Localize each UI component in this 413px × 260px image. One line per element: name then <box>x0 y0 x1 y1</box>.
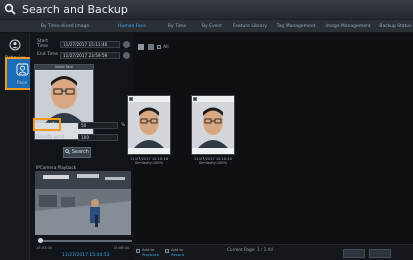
search-icon <box>4 3 16 15</box>
face-icon <box>16 63 28 76</box>
end-time-field[interactable]: 11/27/2017 23:59:59 <box>60 52 120 59</box>
search-button[interactable]: Search <box>63 147 91 158</box>
start-time-label-2: Time <box>37 44 49 49</box>
playback-slider-handle[interactable] <box>38 238 43 243</box>
pager-button[interactable] <box>369 249 391 258</box>
behavior-icon <box>9 39 21 51</box>
tab-backup-status[interactable]: Backup Status <box>378 21 413 32</box>
playback-label: IPCamera Playback <box>36 165 77 170</box>
start-calendar-icon[interactable] <box>123 41 130 48</box>
tab-by-time-sliced-image[interactable]: By Time-sliced Image <box>30 21 100 32</box>
result-checkbox[interactable] <box>129 97 133 101</box>
playback-end-time: 15:08:00 <box>113 246 130 250</box>
dropdown-icon[interactable] <box>148 44 154 50</box>
grid-view-icon[interactable] <box>138 44 144 50</box>
face-photo <box>35 71 93 123</box>
select-all-checkbox[interactable] <box>157 45 161 49</box>
similarity-unit: % <box>121 123 126 128</box>
sidebar-item-behavior[interactable]: Behavior <box>2 36 28 61</box>
title-bar: Search and Backup <box>0 0 413 20</box>
similarity-label: Similarity <box>36 122 58 127</box>
pager-button[interactable] <box>343 249 365 258</box>
result-similarity: Similarity:100% <box>198 161 228 165</box>
tab-image-management[interactable]: Image Management <box>322 21 374 32</box>
end-time-label: End Time <box>37 52 58 57</box>
tab-by-time[interactable]: By Time <box>161 21 193 32</box>
select-all-label: All <box>163 45 169 50</box>
playback-start-time: 15:03:00 <box>36 246 53 250</box>
playback-timestamp: 11/27/2017 15:04:53 <box>62 253 110 258</box>
result-similarity: Similarity:100% <box>134 161 164 165</box>
tab-feature-library[interactable]: Feature Library <box>230 21 270 32</box>
thumbnail-header: Select Face <box>35 65 93 70</box>
thumbnail-title: Select Face <box>54 65 74 69</box>
result-card[interactable] <box>127 95 171 155</box>
results-limit-label: Results Limit <box>36 135 65 140</box>
add-to-record-label-2: Record <box>171 252 185 257</box>
add-to-record-checkbox[interactable] <box>165 249 169 253</box>
tab-bar: By Time-sliced Image Human Face By Time … <box>0 20 413 33</box>
window-title: Search and Backup <box>22 3 128 16</box>
face-photo <box>192 102 234 148</box>
sidebar: Behavior Face <box>0 33 39 260</box>
end-calendar-icon[interactable] <box>123 52 130 59</box>
video-frame <box>35 171 131 235</box>
results-limit-input[interactable]: 100 <box>78 134 118 141</box>
result-checkbox[interactable] <box>193 97 197 101</box>
add-to-playback-label-2: Playback <box>142 252 159 257</box>
similarity-input[interactable]: 50 <box>78 122 118 129</box>
app-window: Search and Backup By Time-sliced Image H… <box>0 0 413 260</box>
result-card[interactable] <box>191 95 235 155</box>
start-time-field[interactable]: 11/27/2017 15:11:46 <box>60 41 120 48</box>
playback-slider[interactable] <box>38 240 132 242</box>
add-to-playback-checkbox[interactable] <box>136 249 140 253</box>
page-info: Current Page: 1 / 1 All <box>227 247 273 252</box>
tab-by-event[interactable]: By Event <box>196 21 228 32</box>
video-player[interactable] <box>35 171 131 235</box>
face-photo <box>128 102 170 148</box>
results-area: All 11/27/2017 15:10:18 Similarity:100% <box>127 33 413 260</box>
tab-tag-management[interactable]: Tag Management <box>274 21 318 32</box>
tab-human-face[interactable]: Human Face <box>112 21 152 32</box>
search-button-label: Search <box>71 149 89 155</box>
search-icon <box>65 149 71 155</box>
